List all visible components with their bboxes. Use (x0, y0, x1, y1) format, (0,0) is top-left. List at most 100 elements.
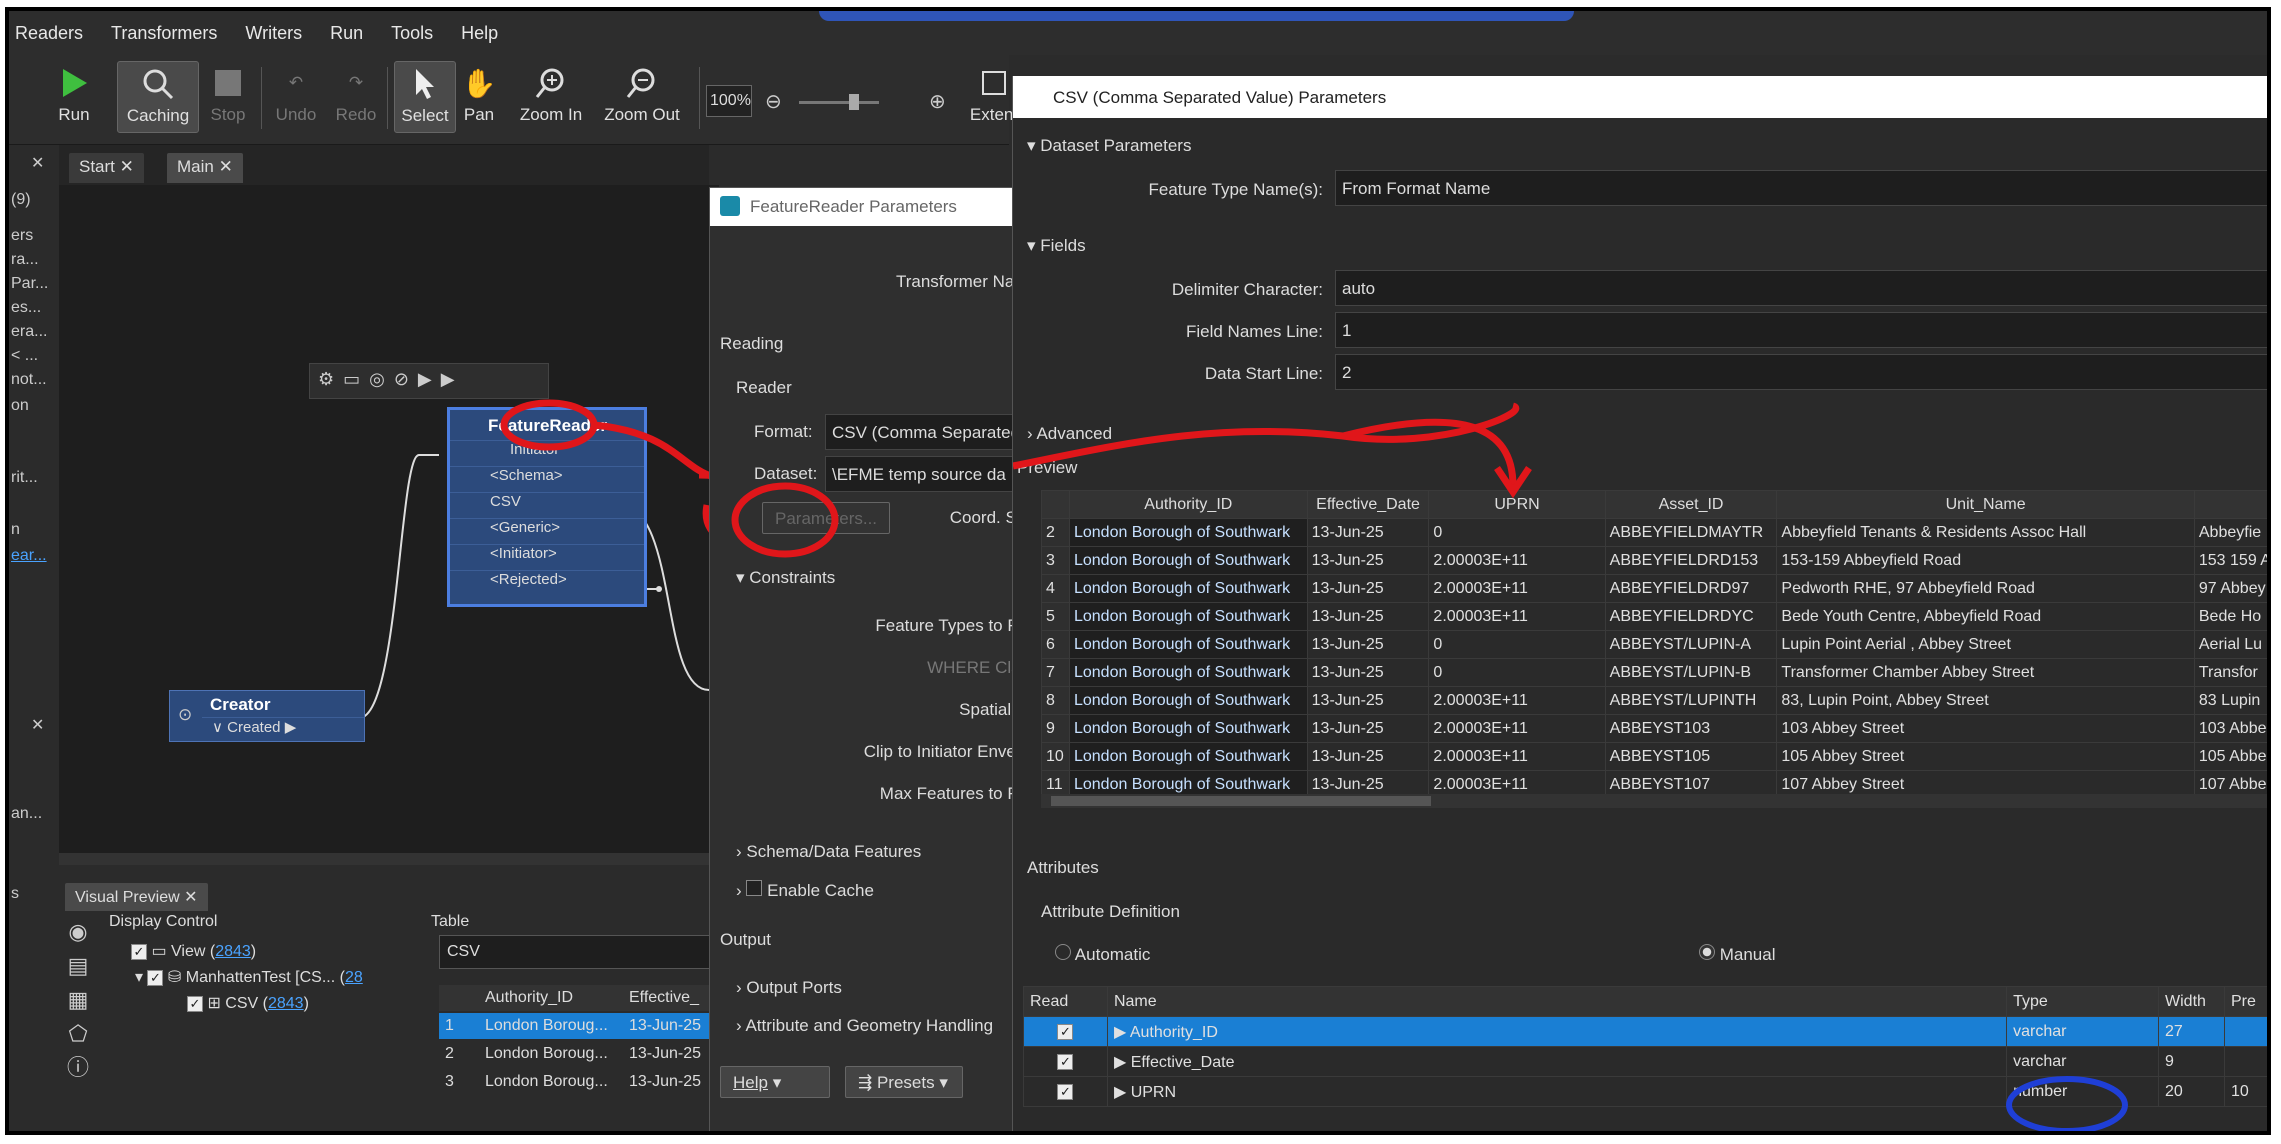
zoom-level-field[interactable]: 100% (706, 85, 752, 117)
redo-button[interactable]: ↷ Redo (321, 61, 391, 133)
table-row[interactable]: 10 London Borough of Southwark 13-Jun-25 2.… (1041, 742, 2267, 771)
attribute-prec[interactable] (2224, 1016, 2267, 1047)
zoom-plus-icon[interactable]: ⊕ (929, 89, 946, 114)
menu-help[interactable]: Help (461, 23, 498, 44)
attribute-width[interactable]: 9 (2158, 1046, 2225, 1077)
checkbox[interactable]: ✓ (1057, 1083, 1074, 1100)
tab-start[interactable]: Start ✕ (69, 153, 144, 183)
preview-table[interactable]: Authority_ID Effective_ 1 London Boroug.… (439, 985, 729, 1131)
navigator-item[interactable]: ers (11, 227, 33, 245)
zoom-minus-icon[interactable]: ⊖ (765, 89, 782, 114)
table-row[interactable]: 5 London Borough of Southwark 13-Jun-25 2.0… (1041, 602, 2267, 631)
checkbox[interactable]: ✓ (1057, 1023, 1074, 1040)
close-icon[interactable]: ✕ (31, 715, 44, 735)
menu-writers[interactable]: Writers (245, 23, 302, 44)
attr-geom-section[interactable]: › Attribute and Geometry Handling (736, 1016, 993, 1036)
table-row[interactable]: 4 London Borough of Southwark 13-Jun-25 2.0… (1041, 574, 2267, 603)
automatic-radio[interactable]: Automatic (1055, 944, 1150, 965)
attribute-prec[interactable]: 10 (2224, 1076, 2267, 1107)
expand-icon[interactable]: ▶ (1114, 1024, 1130, 1041)
column-header[interactable]: Authority_ID (485, 989, 573, 1007)
zoom-out-button[interactable]: Zoom Out (599, 61, 685, 133)
menu-tools[interactable]: Tools (391, 23, 433, 44)
pan-button[interactable]: ✋ Pan (449, 61, 509, 133)
canvas-scrollbar[interactable] (59, 853, 719, 865)
schema-section[interactable]: › Schema/Data Features (736, 842, 921, 862)
tab-main[interactable]: Main ✕ (167, 153, 243, 183)
zoom-slider[interactable] (799, 94, 879, 110)
radio-button[interactable] (1055, 944, 1071, 960)
select-button[interactable]: Select (394, 61, 456, 133)
zoom-in-button[interactable]: Zoom In (514, 61, 588, 133)
menu-run[interactable]: Run (330, 23, 363, 44)
table-row[interactable]: 9 London Borough of Southwark 13-Jun-25 2.0… (1041, 714, 2267, 743)
stop-button[interactable]: Stop (193, 61, 263, 133)
radio-button[interactable] (1699, 944, 1715, 960)
checkbox[interactable]: ✓ (131, 944, 147, 960)
attribute-name-cell[interactable]: ▶ UPRN (1106, 1076, 2008, 1107)
attribute-name-cell[interactable]: ▶ Authority_ID (1106, 1016, 2008, 1047)
checkbox[interactable]: ✓ (1057, 1053, 1074, 1070)
checkbox[interactable]: ✓ (187, 996, 203, 1012)
tree-item-view[interactable]: ✓ ▭ View (2843) (131, 941, 256, 967)
table-row[interactable]: 3 London Boroug... 13-Jun-25 (439, 1069, 729, 1095)
manual-radio[interactable]: Manual (1699, 944, 1776, 965)
table-row[interactable]: 6 London Borough of Southwark 13-Jun-25 0 AB… (1041, 630, 2267, 659)
scrollbar-thumb[interactable] (1051, 796, 1431, 806)
table-row[interactable]: 2 London Boroug... 13-Jun-25 (439, 1041, 729, 1067)
attribute-prec[interactable] (2224, 1046, 2267, 1077)
attribute-name-cell[interactable]: ▶ Effective_Date (1106, 1046, 2008, 1077)
count-link[interactable]: 2843 (268, 995, 304, 1012)
count-link[interactable]: 28 (345, 969, 363, 986)
navigator-item[interactable]: < ... (11, 347, 38, 365)
close-icon[interactable]: ✕ (219, 157, 233, 176)
output-ports-section[interactable]: › Output Ports (736, 978, 842, 998)
close-icon[interactable]: ✕ (31, 153, 44, 173)
column-header[interactable]: Effective_ (629, 989, 699, 1007)
menu-transformers[interactable]: Transformers (111, 23, 217, 44)
workspace-canvas[interactable]: ⚙▭◎⊘▶▶ FeatureReader Initiator <Schema> … (59, 185, 719, 865)
column-header[interactable]: Read (1023, 986, 1108, 1017)
tree-item-csv[interactable]: ✓ ⊞ CSV (2843) (187, 993, 309, 1019)
table-row[interactable]: 8 London Borough of Southwark 13-Jun-25 2.0… (1041, 686, 2267, 715)
navigator-item[interactable]: Par... (11, 275, 48, 293)
preview-side-toolbar[interactable]: ◉ ▤ ▦ ⬠ ⓘ (63, 915, 93, 1131)
navigator-link[interactable]: ear... (11, 547, 47, 565)
zoom-slider-handle[interactable] (849, 94, 859, 110)
navigator-item[interactable]: not... (11, 371, 47, 389)
presets-button[interactable]: ⇶ Presets ▾ (845, 1066, 963, 1098)
navigator-item[interactable]: n (11, 521, 20, 539)
menu-readers[interactable]: Readers (15, 23, 83, 44)
caching-button[interactable]: Caching (117, 61, 199, 133)
attribute-row[interactable]: ✓ ▶ Authority_ID varchar 27 (1023, 1016, 2267, 1047)
column-header[interactable]: Width (2158, 986, 2225, 1017)
help-button[interactable]: Help ▾ (720, 1066, 830, 1098)
read-checkbox-cell[interactable]: ✓ (1023, 1076, 1108, 1107)
navigator-item[interactable]: (9) (11, 191, 31, 209)
expand-icon[interactable]: ▶ (1114, 1084, 1131, 1101)
checkbox[interactable]: ✓ (147, 970, 164, 986)
close-icon[interactable]: ✕ (184, 889, 197, 906)
attribute-width[interactable]: 27 (2158, 1016, 2225, 1047)
navigator-item[interactable]: an... (11, 805, 42, 823)
table-row[interactable]: 7 London Borough of Southwark 13-Jun-25 0 AB… (1041, 658, 2267, 687)
read-checkbox-cell[interactable]: ✓ (1023, 1046, 1108, 1077)
attribute-width[interactable]: 20 (2158, 1076, 2225, 1107)
navigator-item[interactable]: es... (11, 299, 41, 317)
table-row[interactable]: 1 London Boroug... 13-Jun-25 (439, 1013, 729, 1039)
expand-icon[interactable]: ▶ (1114, 1054, 1131, 1071)
tab-visual-preview[interactable]: Visual Preview ✕ (65, 883, 208, 913)
table-select[interactable]: CSV (439, 935, 729, 969)
tree-item-dataset[interactable]: ▾ ✓ ⛁ ManhattenTest [CS... (28 (135, 967, 425, 993)
read-checkbox-cell[interactable]: ✓ (1023, 1016, 1108, 1047)
constraints-section[interactable]: ▾ Constraints (736, 568, 835, 588)
enable-cache-option[interactable]: › Enable Cache (736, 880, 874, 901)
navigator-item[interactable]: rit... (11, 469, 38, 487)
close-icon[interactable]: ✕ (120, 157, 134, 176)
column-header[interactable]: Pre (2224, 986, 2267, 1017)
count-link[interactable]: 2843 (215, 943, 251, 960)
column-header[interactable]: Name (1106, 986, 2008, 1017)
attribute-type[interactable]: varchar (2006, 1016, 2160, 1047)
checkbox[interactable] (746, 880, 763, 896)
navigator-item[interactable]: ra... (11, 251, 39, 269)
